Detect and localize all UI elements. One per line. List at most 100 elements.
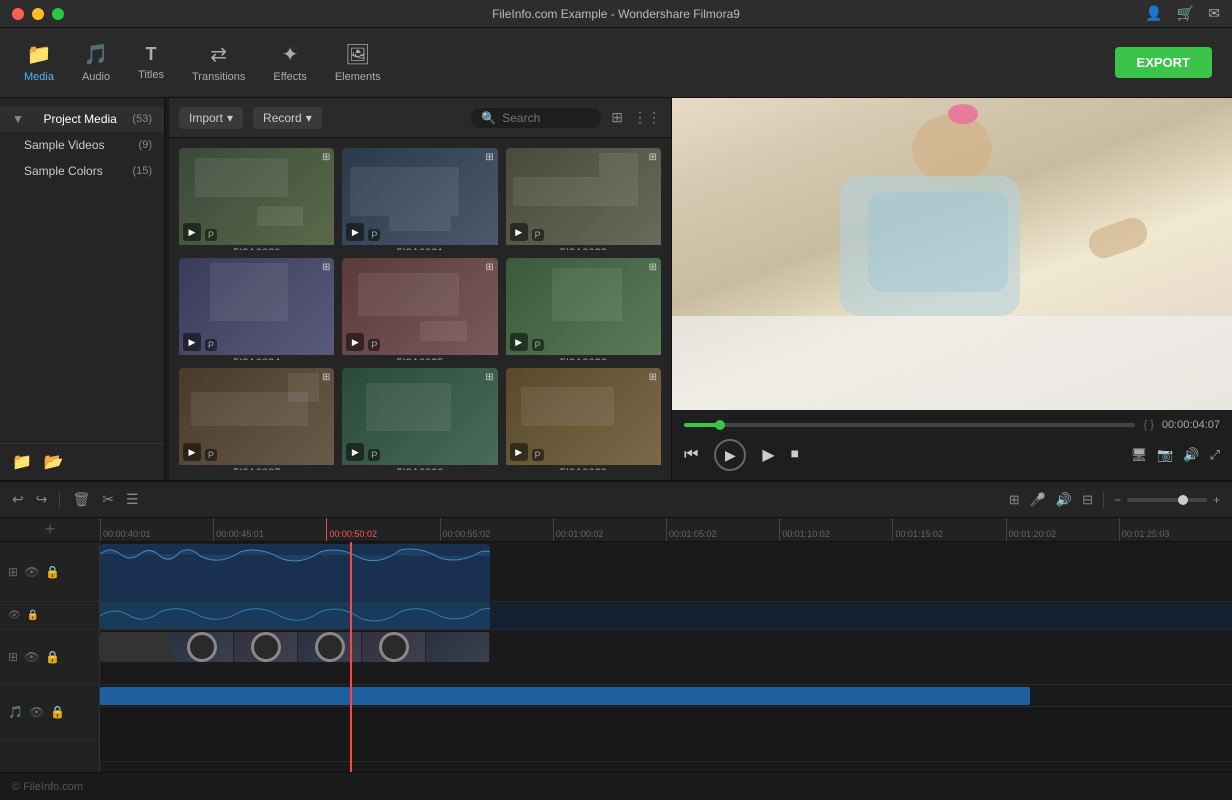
delete-button[interactable]: 🗑 <box>72 491 90 508</box>
play-button[interactable]: ▶ <box>762 445 774 465</box>
media-icon: 📁 <box>27 42 52 67</box>
grid-view-icon[interactable]: ⋮⋮ <box>633 109 661 126</box>
cut-button[interactable]: ✂ <box>102 491 114 508</box>
cart-icon[interactable]: 🛒 <box>1177 5 1194 22</box>
screen-mode-icon[interactable]: 🖥 <box>1131 447 1148 463</box>
volume-icon[interactable]: 🔊 <box>1183 447 1199 463</box>
proxy-label-6: P <box>532 339 544 351</box>
tab-media[interactable]: 📁 Media <box>10 34 68 91</box>
thumb-overlay-7: ⊞ <box>322 372 330 383</box>
track-eye-icon[interactable]: 👁 <box>24 565 39 579</box>
tab-elements[interactable]: 🖼 Elements <box>321 34 395 91</box>
media-item-6[interactable]: ⊞ ▶ P 5I2A0026 <box>506 258 661 360</box>
tab-effects[interactable]: ✦ Effects <box>259 34 320 91</box>
elements-label: Elements <box>335 71 381 83</box>
video-clip-2-main[interactable]: 5I2A0034 <box>100 632 490 662</box>
toolbar-divider-1 <box>59 492 60 508</box>
add-track-button[interactable]: + <box>0 518 100 541</box>
audio-icon: 🎵 <box>84 42 109 67</box>
ruler-mark-7: 00:01:10:02 <box>779 518 892 541</box>
window-controls[interactable] <box>12 8 64 20</box>
export-button[interactable]: EXPORT <box>1115 47 1212 78</box>
search-box[interactable]: 🔍 <box>471 108 601 128</box>
filter-icon[interactable]: ⊞ <box>611 109 623 126</box>
search-input[interactable] <box>502 111 592 125</box>
copyright-text: © FileInfo.com <box>12 781 83 793</box>
add-media-icon[interactable]: ⊞ <box>1009 492 1020 508</box>
ruler-mark-9: 00:01:20:02 <box>1006 518 1119 541</box>
sidebar-item-sample-videos[interactable]: Sample Videos (9) <box>0 132 164 158</box>
speaker-icon[interactable]: 🔊 <box>1056 492 1072 508</box>
media-name-3: 5I2A0023 <box>506 245 661 250</box>
track-controls: ⊞ 👁 🔒 👁 🔒 ⊞ 👁 🔒 🎵 👁 🔒 <box>0 542 100 772</box>
proxy-label-2: P <box>368 229 380 241</box>
top-toolbar: 📁 Media 🎵 Audio T Titles ⇄ Transitions ✦… <box>0 28 1232 98</box>
media-item-1[interactable]: ⊞ ▶ P 5I2A0020 <box>179 148 334 250</box>
media-item-2[interactable]: ⊞ ▶ P 5I2A0021 <box>342 148 497 250</box>
split-icon[interactable]: ⊟ <box>1082 492 1093 508</box>
media-item-7[interactable]: ⊞ ▶ P 5I2A0027 <box>179 368 334 470</box>
undo-button[interactable]: ↩ <box>12 491 24 508</box>
media-item-3[interactable]: ⊞ ▶ P 5I2A0023 <box>506 148 661 250</box>
media-item-4[interactable]: ⊞ ▶ P 5I2A0024 <box>179 258 334 360</box>
empty-track <box>100 707 1232 762</box>
import-label: Import <box>189 111 223 125</box>
track-lock-icon-4[interactable]: 🔒 <box>50 705 65 719</box>
record-button[interactable]: Record ▾ <box>253 107 322 129</box>
music-bar[interactable] <box>100 687 1030 705</box>
music-icon[interactable]: 🎵 <box>8 705 23 719</box>
track-eye-icon-2[interactable]: 👁 <box>8 610 21 621</box>
timeline-area: ↩ ↪ 🗑 ✂ ☰ ⊞ 🎤 🔊 ⊟ − + + 00:00: <box>0 480 1232 800</box>
media-item-5[interactable]: ⊞ ▶ P 5I2A0025 <box>342 258 497 360</box>
stop-button[interactable]: ⏹ <box>791 446 799 464</box>
tab-titles[interactable]: T Titles <box>124 36 178 89</box>
play-pause-button[interactable]: ▶ <box>714 439 746 471</box>
transitions-label: Transitions <box>192 71 245 83</box>
track-lock-icon-2[interactable]: 🔒 <box>27 610 39 621</box>
record-chevron: ▾ <box>306 111 312 125</box>
tab-audio[interactable]: 🎵 Audio <box>68 34 124 91</box>
proxy-label-3: P <box>532 229 544 241</box>
close-button[interactable] <box>12 8 24 20</box>
sidebar-item-project-media[interactable]: ▼ Project Media (53) <box>0 106 164 132</box>
mail-icon[interactable]: ✉ <box>1208 5 1220 22</box>
track-eye-icon-4[interactable]: 👁 <box>29 705 44 719</box>
sidebar-item-sample-colors[interactable]: Sample Colors (15) <box>0 158 164 184</box>
account-icon[interactable]: 👤 <box>1145 5 1162 22</box>
sidebar-label-project-media: Project Media <box>43 112 116 126</box>
track-lock-icon-3[interactable]: 🔒 <box>45 650 60 664</box>
snapshot-icon[interactable]: 📷 <box>1157 447 1173 463</box>
zoom-in-icon[interactable]: + <box>1213 493 1220 507</box>
import-button[interactable]: Import ▾ <box>179 107 243 129</box>
tab-transitions[interactable]: ⇄ Transitions <box>178 34 259 91</box>
redo-button[interactable]: ↪ <box>36 491 48 508</box>
record-label: Record <box>263 111 302 125</box>
track-control-music: 🎵 👁 🔒 <box>0 685 99 740</box>
track-grid-icon-2[interactable]: ⊞ <box>8 650 18 664</box>
mic-icon[interactable]: 🎤 <box>1030 492 1046 508</box>
list-button[interactable]: ☰ <box>126 491 139 508</box>
audio-clip-1[interactable] <box>100 602 490 629</box>
media-item-8[interactable]: ⊞ ▶ P 5I2A0028 <box>342 368 497 470</box>
thumb-overlay-8: ⊞ <box>485 372 493 383</box>
progress-bar[interactable] <box>684 423 1135 427</box>
import-folder-icon[interactable]: 📂 <box>44 452 64 472</box>
new-folder-icon[interactable]: 📁 <box>12 452 32 472</box>
track-eye-icon-3[interactable]: 👁 <box>24 650 39 664</box>
minimize-button[interactable] <box>32 8 44 20</box>
zoom-out-icon[interactable]: − <box>1114 493 1121 507</box>
track-lock-icon[interactable]: 🔒 <box>45 565 60 579</box>
title-bar: FileInfo.com Example - Wondershare Filmo… <box>0 0 1232 28</box>
media-name-2: 5I2A0021 <box>342 245 497 250</box>
track-grid-icon[interactable]: ⊞ <box>8 565 18 579</box>
fullscreen-icon[interactable]: ⤢ <box>1210 447 1220 463</box>
preview-timecode: 00:00:04:07 <box>1162 419 1220 431</box>
maximize-button[interactable] <box>52 8 64 20</box>
video-clip-1[interactable]: 5I2A0034 <box>100 544 490 602</box>
zoom-slider[interactable] <box>1127 498 1207 502</box>
preview-right-controls: 🖥 📷 🔊 ⤢ <box>1131 447 1220 463</box>
proxy-label-7: P <box>205 449 217 461</box>
step-back-button[interactable]: ⏮ <box>684 446 698 464</box>
media-item-9[interactable]: ⊞ ▶ P 5I2A0029 <box>506 368 661 470</box>
play-overlay-9: ▶ <box>510 443 528 461</box>
